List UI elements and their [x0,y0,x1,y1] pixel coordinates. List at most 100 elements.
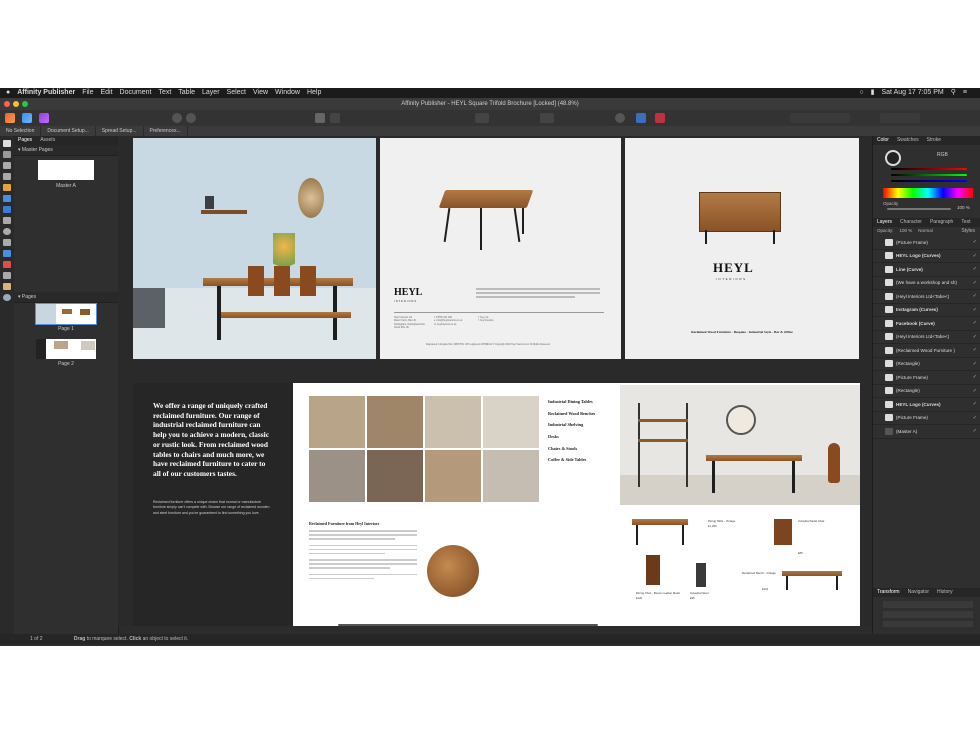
node-tool-icon[interactable] [3,151,11,158]
frame-text-tool-icon[interactable] [3,162,11,169]
tab-navigator[interactable]: Navigator [904,588,933,597]
menu-select[interactable]: Select [227,88,246,98]
pen-tool-icon[interactable] [3,184,11,191]
pencil-tool-icon[interactable] [3,195,11,202]
spread-2-dark-panel[interactable]: We offer a range of uniquely crafted rec… [133,383,293,626]
layer-row[interactable]: (Heyl Interiors Ltd<Tabe<) ✓ [873,331,980,344]
frames-icon[interactable] [636,113,646,123]
document-setup-button[interactable]: Document Setup... [41,126,96,136]
zoom-tool-icon[interactable] [3,294,11,301]
tab-transform[interactable]: Transform [873,588,904,597]
spread-2-center-panel[interactable]: Industrial Dining Tables Reclaimed Wood … [293,383,616,626]
menu-window[interactable]: Window [275,88,300,98]
tab-stroke[interactable]: Stroke [923,136,945,145]
category-chairs[interactable]: Chairs & Stools [548,446,595,451]
spread-1-cover-panel[interactable]: HEYL INTERIORS Reclaimed Wood Furniture … [625,138,859,359]
ellipse-tool-icon[interactable] [3,228,11,235]
menu-edit[interactable]: Edit [100,88,112,98]
color-picker-icon[interactable] [655,113,665,123]
page-2-thumbnail[interactable] [36,339,96,359]
menu-document[interactable]: Document [120,88,152,98]
picture-frame-tool-icon[interactable] [3,239,11,246]
green-slider[interactable] [891,174,967,176]
document-canvas[interactable]: HEYL INTERIORS Heyl Interiors Ltd Manor F… [118,136,872,626]
snap-icon[interactable] [186,113,196,123]
layer-row[interactable]: (Picture Frame) ✓ [873,236,980,250]
tab-swatches[interactable]: Swatches [893,136,923,145]
search-icon[interactable]: ⚲ [951,88,956,98]
close-window-button[interactable] [4,101,10,107]
layer-row[interactable]: (We have a workshop and sh) ✓ [873,277,980,290]
preview-mode-icon[interactable] [330,113,340,123]
menu-layer[interactable]: Layer [202,88,220,98]
color-spectrum[interactable] [883,188,973,198]
menu-list-icon[interactable]: ≡ [963,88,967,98]
wifi-icon[interactable]: ○ [859,88,863,98]
clock[interactable]: Sat Aug 17 7:05 PM [882,88,944,98]
page-1-thumbnail[interactable] [35,303,97,325]
eye-icon[interactable] [615,113,625,123]
align-icon[interactable] [790,113,850,123]
designer-persona-icon[interactable] [39,113,49,123]
place-image-tool-icon[interactable] [3,250,11,257]
category-shelving[interactable]: Industrial Shelving [548,422,595,427]
menu-text[interactable]: Text [158,88,171,98]
menu-help[interactable]: Help [307,88,321,98]
tab-history[interactable]: History [933,588,957,597]
insert-icon[interactable] [475,113,489,123]
layer-row[interactable]: (Master A) ✓ [873,425,980,439]
eyedropper-tool-icon[interactable] [3,272,11,279]
publisher-persona-icon[interactable] [5,113,15,123]
distribute-icon[interactable] [880,113,920,123]
minimize-window-button[interactable] [13,101,19,107]
category-desks[interactable]: Desks [548,434,595,439]
layer-row[interactable]: (Picture Frame) ✓ [873,371,980,385]
battery-icon[interactable]: ▮ [871,88,875,98]
move-tool-icon[interactable] [3,140,11,147]
fill-color-well[interactable] [885,150,901,166]
apple-icon[interactable]: ● [6,88,10,98]
master-pages-header[interactable]: ▾ Master Pages [14,145,118,156]
menu-table[interactable]: Table [178,88,195,98]
category-benches[interactable]: Reclaimed Wood Benches [548,411,595,416]
opacity-slider[interactable] [887,208,951,210]
tab-pages[interactable]: Pages [14,136,36,145]
layer-row[interactable]: (Picture Frame) ✓ [873,412,980,425]
opacity-value[interactable]: 100 % [957,205,970,210]
red-slider[interactable] [891,168,967,170]
hand-tool-icon[interactable] [3,283,11,290]
shape-tool-icon[interactable] [3,206,11,213]
color-mode-select[interactable]: RGB [937,152,948,158]
spread-2-right-panel[interactable]: Dining Table - Vintage £1,250 Industrial… [616,383,860,626]
tab-layers[interactable]: Layers [873,218,896,227]
layer-row[interactable]: (Heyl Interiors Ltd<Tabe<) ✓ [873,290,980,304]
layer-opacity-value[interactable]: 100 % [900,228,913,233]
tab-paragraph[interactable]: Paragraph [926,218,957,227]
layer-row[interactable]: (Reclaimed Wood Furniture ) ✓ [873,344,980,358]
arrange-icon[interactable] [540,113,554,123]
layer-row[interactable]: (Rectangle) ✓ [873,358,980,371]
app-menu[interactable]: Affinity Publisher [17,88,75,98]
layer-row[interactable]: Line (Curve) ✓ [873,263,980,277]
table-tool-icon[interactable] [3,173,11,180]
rectangle-tool-icon[interactable] [3,217,11,224]
settings-gear-icon[interactable] [172,113,182,123]
tab-character[interactable]: Character [896,218,926,227]
menu-view[interactable]: View [253,88,268,98]
layer-row[interactable]: Instagram (Curves) ✓ [873,304,980,317]
layer-row[interactable]: (Rectangle) ✓ [873,385,980,398]
pages-header[interactable]: ▾ Pages [14,292,118,303]
layer-row[interactable]: Facebook (Curve) ✓ [873,317,980,331]
spread-1-info-panel[interactable]: HEYL INTERIORS Heyl Interiors Ltd Manor F… [380,138,621,359]
zoom-window-button[interactable] [22,101,28,107]
photo-persona-icon[interactable] [22,113,32,123]
transform-fields[interactable] [883,601,973,627]
view-mode-icon[interactable] [315,113,325,123]
blue-slider[interactable] [891,180,967,182]
category-coffee-tables[interactable]: Coffee & Side Tables [548,457,595,462]
menu-file[interactable]: File [82,88,93,98]
category-dining-tables[interactable]: Industrial Dining Tables [548,399,595,404]
spread-setup-button[interactable]: Spread Setup... [96,126,144,136]
preferences-button[interactable]: Preferences... [144,126,188,136]
spread-1-photo-panel[interactable] [133,138,376,359]
